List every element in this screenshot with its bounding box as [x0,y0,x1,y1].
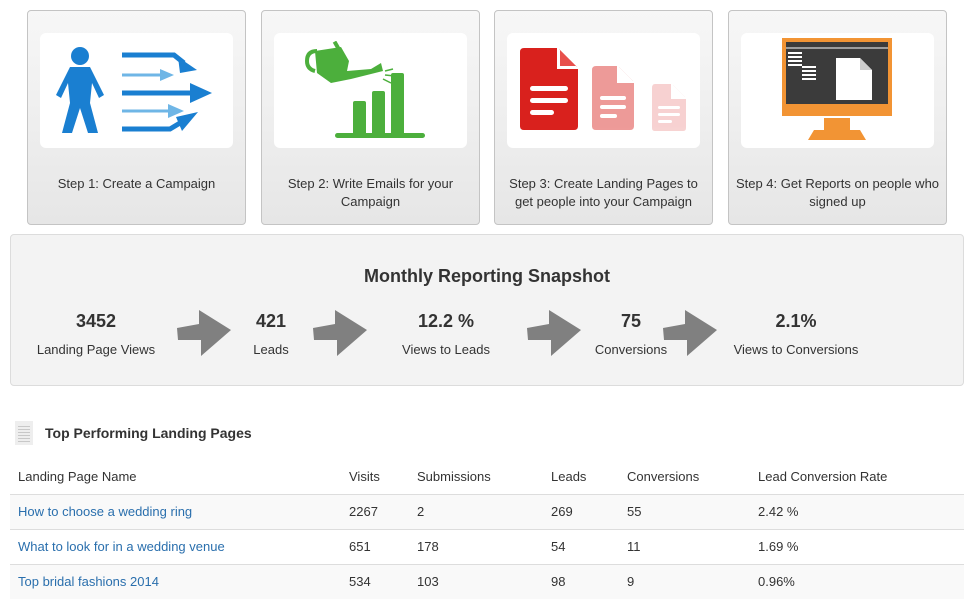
cell-leads: 54 [543,529,619,565]
step-image [507,33,700,148]
column-header-visits: Visits [341,459,409,495]
column-header-name: Landing Page Name [10,459,341,495]
metric-value: 421 [255,311,287,331]
metric-label: Views to Conversions [733,342,859,357]
step-image [40,33,233,148]
step-label: Step 4: Get Reports on people who signed… [735,176,940,209]
metric-value: 2.1% [775,311,817,331]
metric-views-to-leads: 12.2 % Views to Leads [386,310,506,358]
cell-leads: 98 [543,564,619,599]
table-row: What to look for in a wedding venue 651 … [10,529,964,565]
metric-label: Leads [253,342,289,357]
monthly-snapshot-panel: Monthly Reporting Snapshot 3452 Landing … [10,234,964,386]
table-header-row: Landing Page Name Visits Submissions Lea… [10,459,964,495]
cell-conversions: 55 [619,494,750,530]
snapshot-title: Monthly Reporting Snapshot [364,266,610,286]
step-card-create-campaign[interactable]: Step 1: Create a Campaign [27,10,246,225]
cell-name: How to choose a wedding ring [10,494,341,530]
cell-visits: 534 [341,564,409,599]
arrow-right-icon [527,310,581,356]
landing-page-link[interactable]: How to choose a wedding ring [18,504,192,519]
cell-submissions: 178 [409,529,543,565]
cell-conversions: 9 [619,564,750,599]
cell-visits: 651 [341,529,409,565]
column-header-conversions: Conversions [619,459,750,495]
step-image [741,33,934,148]
table-row: How to choose a wedding ring 2267 2 269 … [10,494,964,530]
cell-rate: 0.96% [750,564,964,599]
metric-leads: 421 Leads [236,310,306,358]
metric-views-to-conversions: 2.1% Views to Conversions [726,310,866,358]
top-pages-table: Landing Page Name Visits Submissions Lea… [10,459,964,599]
person-arrows-icon [55,47,212,133]
step-image [274,33,467,148]
top-pages-header: Top Performing Landing Pages [15,420,252,446]
step-label: Step 1: Create a Campaign [57,176,216,191]
cell-leads: 269 [543,494,619,530]
step-card-write-emails[interactable]: Step 2: Write Emails for your Campaign [261,10,480,225]
metric-value: 12.2 % [417,311,475,331]
cell-submissions: 103 [409,564,543,599]
table-row: Top bridal fashions 2014 534 103 98 9 0.… [10,564,964,599]
cell-rate: 2.42 % [750,494,964,530]
watering-can-chart-icon [304,40,425,138]
cell-rate: 1.69 % [750,529,964,565]
cell-conversions: 11 [619,529,750,565]
step-label: Step 2: Write Emails for your Campaign [287,176,454,209]
landing-page-link[interactable]: What to look for in a wedding venue [18,539,225,554]
monitor-report-icon [782,38,892,140]
cell-visits: 2267 [341,494,409,530]
metric-landing-page-views: 3452 Landing Page Views [26,310,166,358]
landing-page-link[interactable]: Top bridal fashions 2014 [18,574,159,589]
cell-name: Top bridal fashions 2014 [10,564,341,599]
column-header-leads: Leads [543,459,619,495]
landing-pages-icon [520,48,686,131]
step-card-get-reports[interactable]: Step 4: Get Reports on people who signed… [728,10,947,225]
metric-value: 3452 [75,311,117,331]
step-card-create-landing-pages[interactable]: Step 3: Create Landing Pages to get peop… [494,10,713,225]
arrow-right-icon [663,310,717,356]
cell-submissions: 2 [409,494,543,530]
column-header-lead-conversion-rate: Lead Conversion Rate [750,459,964,495]
metric-label: Views to Leads [402,342,490,357]
metric-label: Landing Page Views [36,342,156,357]
cell-name: What to look for in a wedding venue [10,529,341,565]
arrow-right-icon [177,310,231,356]
column-header-submissions: Submissions [409,459,543,495]
top-pages-title: Top Performing Landing Pages [45,425,252,441]
arrow-right-icon [313,310,367,356]
steps-row: Step 1: Create a Campaign Step 2: Write … [27,10,947,225]
step-label: Step 3: Create Landing Pages to get peop… [509,176,698,209]
document-icon [15,421,33,445]
